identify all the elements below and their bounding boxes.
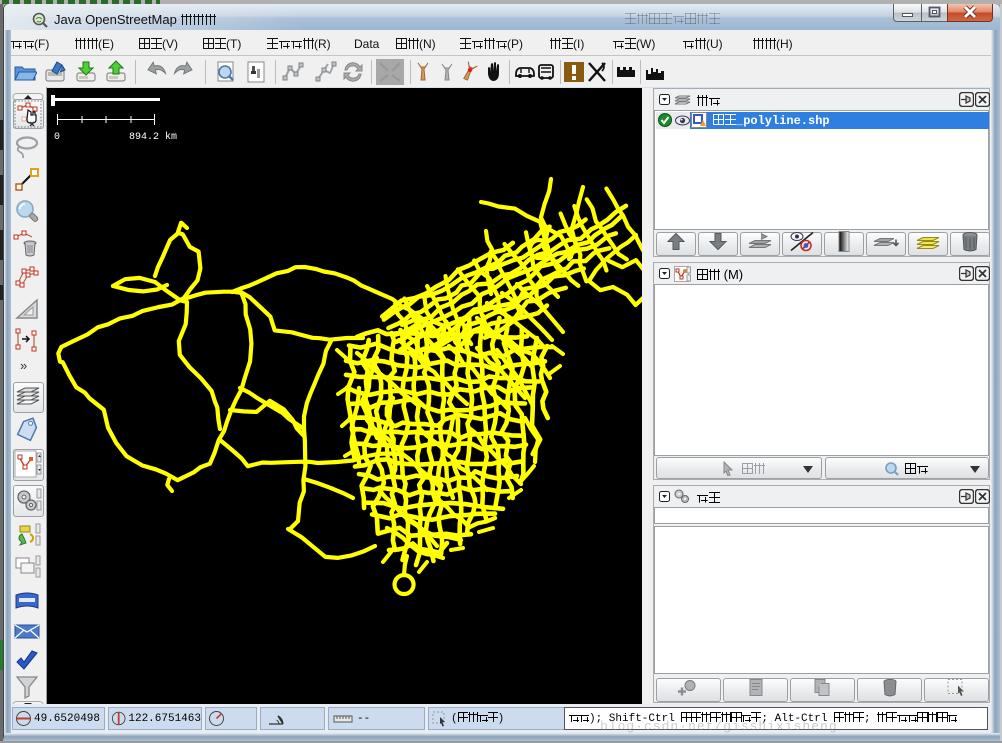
svg-text:894.2 km: 894.2 km	[129, 131, 177, 143]
svg-text:»: »	[20, 358, 27, 372]
svg-text:0: 0	[54, 132, 60, 143]
